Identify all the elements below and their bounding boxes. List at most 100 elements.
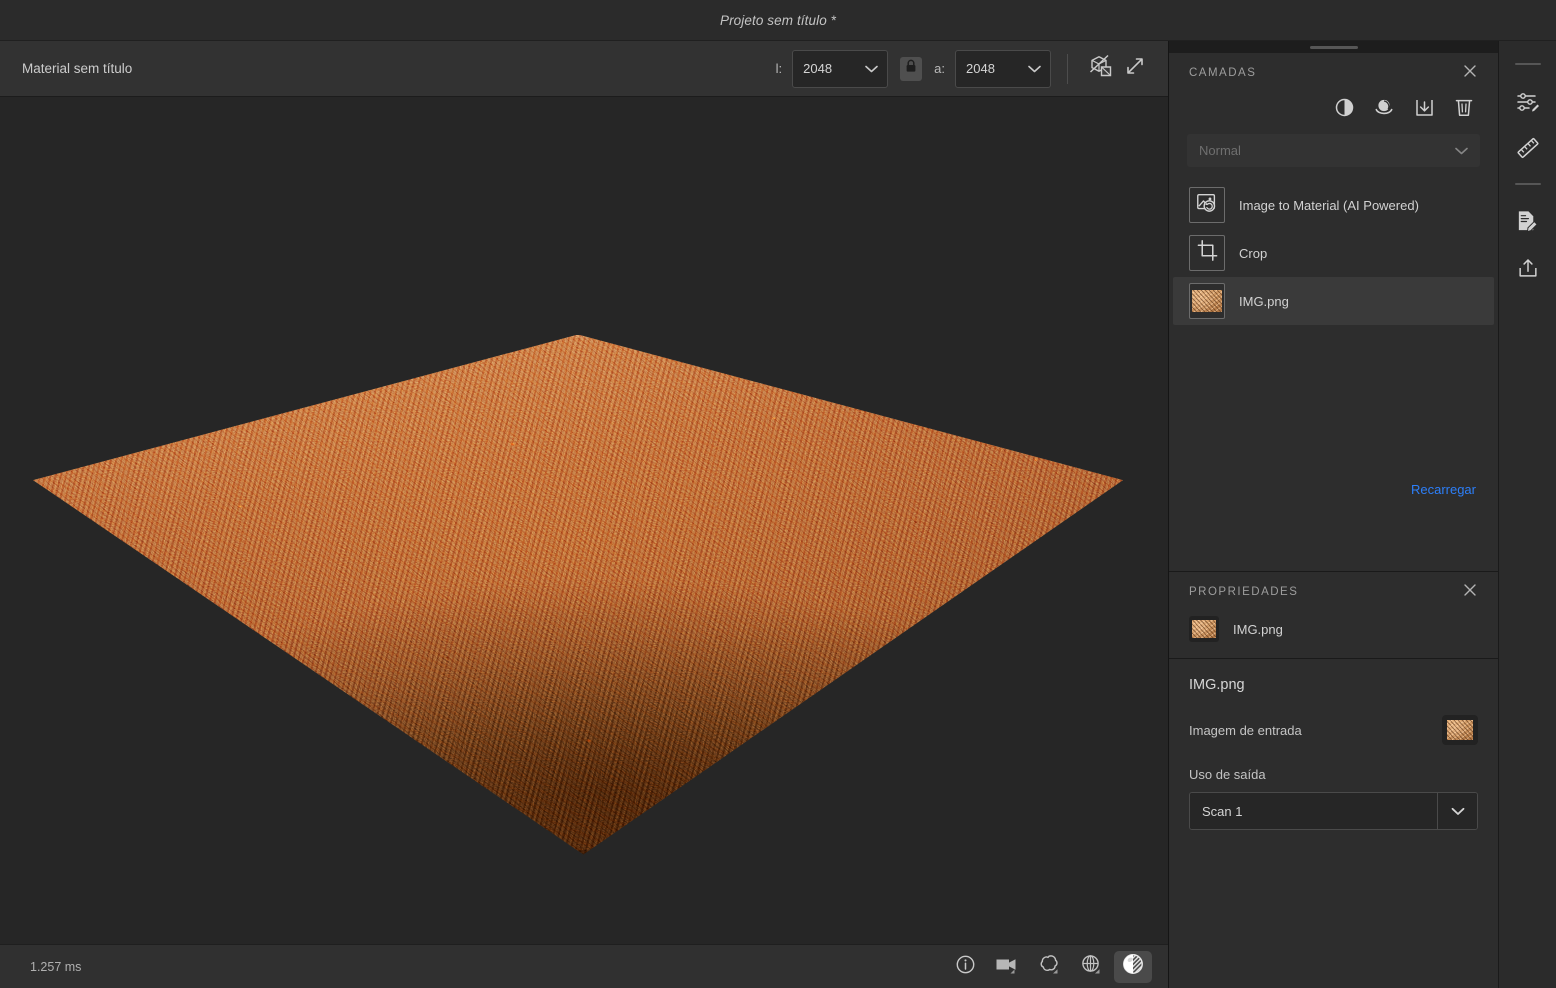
layer-list: Image to Material (AI Powered) Crop IMG.… — [1169, 181, 1498, 325]
properties-panel-close-button[interactable] — [1460, 582, 1480, 602]
input-image-label: Imagem de entrada — [1189, 722, 1302, 738]
dimensions-group: l: 2048 a: 2048 — [775, 49, 1051, 88]
close-icon — [1463, 64, 1477, 83]
height-label: a: — [934, 61, 945, 76]
export-icon — [1516, 256, 1540, 285]
rail-divider-middle — [1514, 183, 1541, 185]
chevron-down-icon — [1455, 147, 1468, 155]
output-usage-label: Uso de saída — [1189, 767, 1266, 782]
globe-icon — [1080, 954, 1103, 980]
ruler-icon — [1515, 135, 1541, 166]
rail-divider-top — [1514, 63, 1541, 65]
input-image-row: Imagem de entrada — [1189, 715, 1478, 745]
lock-icon — [905, 59, 917, 78]
width-value: 2048 — [803, 61, 833, 76]
list-item[interactable]: Crop — [1173, 229, 1494, 277]
properties-panel-title: PROPRIEDADES — [1189, 586, 1299, 598]
camera-icon — [995, 955, 1019, 979]
blend-mode-select[interactable]: Normal — [1187, 134, 1480, 167]
viewport-status-bar: 1.257 ms — [0, 944, 1168, 988]
environment-icon — [1038, 954, 1061, 980]
viewport-projection-button[interactable] — [1072, 951, 1110, 983]
delete-layer-button[interactable] — [1452, 98, 1476, 122]
layers-panel-close-button[interactable] — [1460, 63, 1480, 83]
properties-subject-name: IMG.png — [1233, 621, 1283, 637]
texture-thumbnail — [1192, 290, 1222, 312]
width-select[interactable]: 2048 — [792, 49, 889, 88]
aspect-lock-button[interactable] — [900, 56, 923, 81]
viewport-info-button[interactable] — [946, 951, 984, 983]
add-filter-layer-button[interactable] — [1372, 98, 1396, 122]
adjustment-layer-icon — [1334, 97, 1355, 123]
viewport-column: Material sem título l: 2048 a: 2048 1.25… — [0, 41, 1168, 988]
texture-thumbnail — [1447, 720, 1473, 740]
crop-icon — [1196, 239, 1219, 267]
input-image-button[interactable] — [1442, 715, 1478, 745]
title-bar: Projeto sem título * — [0, 0, 1556, 41]
3d-viewport[interactable] — [0, 97, 1168, 944]
height-select[interactable]: 2048 — [955, 49, 1051, 88]
layers-panel-header: CAMADAS — [1169, 53, 1498, 93]
material-sphere-icon — [1121, 952, 1145, 981]
material-title[interactable]: Material sem título — [22, 61, 132, 76]
properties-section-title: IMG.png — [1189, 677, 1245, 693]
rail-export-button[interactable] — [1508, 247, 1548, 293]
add-adjustment-layer-button[interactable] — [1332, 98, 1356, 122]
blend-mode-value: Normal — [1199, 143, 1241, 158]
viewport-scene — [0, 97, 1168, 944]
output-usage-group: Uso de saída Scan 1 — [1189, 767, 1478, 830]
app-body: Material sem título l: 2048 a: 2048 1.25… — [0, 41, 1556, 988]
document-edit-icon — [1515, 209, 1540, 239]
width-label: l: — [775, 61, 783, 76]
toolbar-divider — [1067, 53, 1068, 84]
reload-link[interactable]: Recarregar — [1411, 482, 1476, 497]
list-item[interactable]: IMG.png — [1173, 277, 1494, 325]
image-to-material-icon — [1195, 191, 1219, 220]
output-usage-select[interactable]: Scan 1 — [1189, 792, 1478, 830]
expand-arrows-icon — [1125, 56, 1145, 81]
right-panel-column: CAMADAS Normal Image to Material (AI Pow… — [1168, 41, 1498, 988]
toggle-2d-3d-button[interactable] — [1084, 52, 1118, 86]
render-time: 1.257 ms — [30, 959, 82, 974]
properties-panel-header: PROPRIEDADES — [1169, 572, 1498, 612]
right-tool-rail — [1498, 41, 1556, 988]
rail-properties-button[interactable] — [1508, 81, 1548, 127]
chevron-down-icon — [1437, 793, 1477, 829]
output-usage-value: Scan 1 — [1190, 793, 1437, 829]
layer-name: Image to Material (AI Powered) — [1239, 197, 1419, 213]
layer-name: IMG.png — [1239, 293, 1289, 309]
properties-thumbnail — [1189, 616, 1219, 642]
material-plane[interactable] — [33, 334, 1123, 855]
properties-body: IMG.png Imagem de entrada Uso de saída S… — [1169, 659, 1498, 988]
info-icon — [955, 954, 976, 980]
list-item[interactable]: Image to Material (AI Powered) — [1173, 181, 1494, 229]
import-layer-button[interactable] — [1412, 98, 1436, 122]
chevron-down-icon — [1028, 65, 1041, 73]
toggle-2d-3d-icon — [1088, 53, 1114, 84]
rail-annotations-button[interactable] — [1508, 201, 1548, 247]
panel-drag-handle[interactable] — [1169, 41, 1498, 53]
close-icon — [1463, 583, 1477, 602]
viewport-camera-button[interactable] — [988, 951, 1026, 983]
rail-ruler-button[interactable] — [1508, 127, 1548, 173]
layers-toolbar — [1169, 93, 1498, 132]
properties-panel: PROPRIEDADES IMG.png IMG.png Imagem de e… — [1169, 572, 1498, 988]
layer-thumbnail — [1189, 283, 1225, 319]
layers-panel: CAMADAS Normal Image to Material (AI Pow… — [1169, 53, 1498, 571]
chevron-down-icon — [865, 65, 878, 73]
material-toolbar: Material sem título l: 2048 a: 2048 — [0, 41, 1168, 97]
layer-thumbnail — [1189, 187, 1225, 223]
texture-thumbnail — [1192, 620, 1216, 638]
viewport-environment-button[interactable] — [1030, 951, 1068, 983]
delete-layer-icon — [1454, 97, 1474, 123]
layer-thumbnail — [1189, 235, 1225, 271]
layers-panel-title: CAMADAS — [1189, 67, 1257, 79]
fullscreen-button[interactable] — [1118, 52, 1152, 86]
viewport-material-button[interactable] — [1114, 950, 1152, 983]
properties-subject-row[interactable]: IMG.png — [1169, 612, 1498, 658]
filter-layer-icon — [1373, 97, 1395, 123]
import-layer-icon — [1414, 97, 1435, 123]
height-value: 2048 — [966, 61, 995, 76]
app-window: Projeto sem título * Material sem título… — [0, 0, 1556, 988]
layer-name: Crop — [1239, 245, 1268, 261]
